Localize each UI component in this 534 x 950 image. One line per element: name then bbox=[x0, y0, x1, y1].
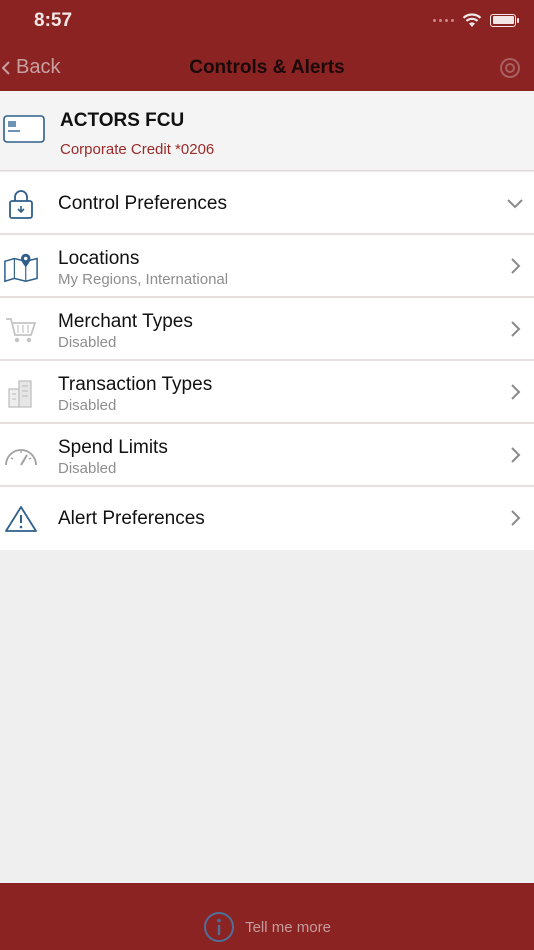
status-icons bbox=[433, 12, 519, 28]
chevron-right-icon bbox=[511, 321, 521, 337]
lock-icon bbox=[3, 187, 39, 221]
row-label: Transaction Types bbox=[58, 374, 213, 395]
card-name: ACTORS FCU bbox=[60, 110, 185, 131]
control-preferences-row[interactable]: Control Preferences bbox=[0, 172, 534, 235]
spend-limits-row[interactable]: Spend Limits Disabled bbox=[0, 424, 534, 487]
row-sublabel: Disabled bbox=[58, 334, 117, 351]
app-header: 8:57 Back Controls & Alerts bbox=[0, 0, 534, 91]
chevron-right-icon bbox=[511, 258, 521, 274]
chevron-right-icon bbox=[511, 384, 521, 400]
signal-icon bbox=[433, 18, 454, 22]
tell-me-more-button[interactable]: Tell me more bbox=[0, 911, 534, 943]
gauge-icon bbox=[3, 439, 39, 473]
row-sublabel: Disabled bbox=[58, 460, 117, 477]
chevron-right-icon bbox=[511, 447, 521, 463]
map-pin-icon bbox=[3, 250, 39, 284]
warning-icon bbox=[3, 502, 39, 536]
alert-preferences-row[interactable]: Alert Preferences bbox=[0, 487, 534, 550]
locations-row[interactable]: Locations My Regions, International bbox=[0, 235, 534, 298]
row-label: Control Preferences bbox=[58, 193, 227, 214]
page-title: Controls & Alerts bbox=[189, 57, 345, 78]
row-label: Spend Limits bbox=[58, 437, 168, 458]
chevron-down-icon bbox=[507, 199, 523, 209]
transaction-types-row[interactable]: Transaction Types Disabled bbox=[0, 361, 534, 424]
status-bar: 8:57 bbox=[0, 0, 534, 42]
gear-icon[interactable] bbox=[498, 56, 522, 80]
footer-bar: Tell me more bbox=[0, 883, 534, 950]
card-summary: ACTORS FCU Corporate Credit *0206 bbox=[0, 91, 534, 171]
nav-bar: Back Controls & Alerts bbox=[0, 44, 534, 90]
card-subtitle: Corporate Credit *0206 bbox=[60, 141, 215, 158]
row-label: Alert Preferences bbox=[58, 508, 205, 529]
controls-list: Control Preferences Locations My Regions… bbox=[0, 172, 534, 550]
chevron-right-icon bbox=[511, 510, 521, 526]
footer-label: Tell me more bbox=[245, 918, 331, 936]
battery-icon bbox=[490, 13, 519, 27]
cart-icon bbox=[3, 313, 39, 347]
merchant-types-row[interactable]: Merchant Types Disabled bbox=[0, 298, 534, 361]
row-label: Locations bbox=[58, 248, 140, 269]
row-sublabel: Disabled bbox=[58, 397, 117, 414]
wifi-icon bbox=[462, 12, 482, 27]
info-icon bbox=[204, 912, 235, 942]
row-sublabel: My Regions, International bbox=[58, 271, 229, 288]
credit-card-icon bbox=[3, 115, 45, 143]
status-time: 8:57 bbox=[34, 10, 73, 31]
row-label: Merchant Types bbox=[58, 311, 193, 332]
buildings-icon bbox=[3, 376, 39, 410]
